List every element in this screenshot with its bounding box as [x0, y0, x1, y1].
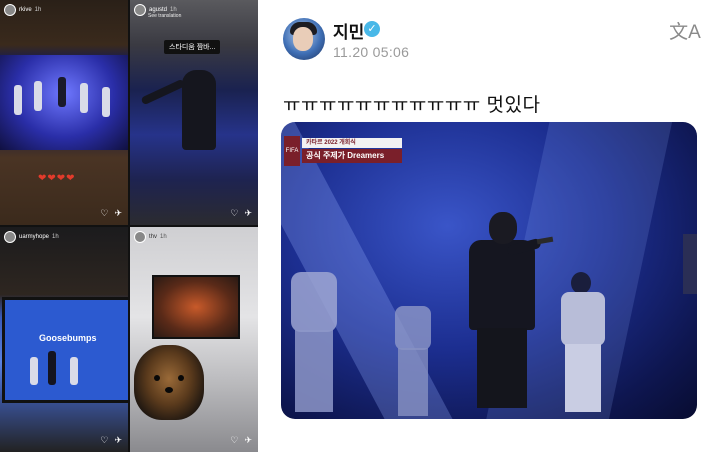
- broadcast-logo: FIFA: [284, 136, 300, 166]
- avatar: [4, 231, 16, 243]
- author-name[interactable]: 지민: [333, 18, 364, 43]
- author-avatar[interactable]: [283, 18, 325, 60]
- tv-screen: [2, 297, 128, 403]
- backup-dancer: [285, 262, 345, 412]
- story-time: 1h: [34, 7, 42, 13]
- story-time: 1h: [160, 234, 167, 240]
- avatar: [4, 4, 16, 16]
- send-icon[interactable]: ✈: [114, 435, 122, 446]
- fire-hearts-sticker: ❤❤❤❤: [38, 173, 76, 184]
- story-overlay-text: Goosebumps: [39, 333, 97, 343]
- broadcast-subtitle: 공식 주제가 Dreamers: [302, 149, 402, 163]
- story-uarmyhope[interactable]: Goosebumps uarmyhope 1h ♡ ✈: [0, 227, 128, 452]
- verified-badge-icon: ✓: [364, 21, 380, 37]
- weverse-post: 지민 ✓ 11.20 05:06 文A ㅠㅠㅠㅠㅠㅠㅠㅠㅠㅠㅠ 멋있다 FIFA…: [270, 0, 720, 452]
- story-rkive[interactable]: ❤❤❤❤ rkive 1h ♡ ✈: [0, 0, 128, 225]
- translate-icon[interactable]: 文A: [669, 20, 701, 46]
- backup-dancer: [393, 306, 433, 416]
- broadcast-title: 카타르 2022 개회식: [302, 138, 402, 148]
- stage-screen: [0, 55, 128, 150]
- send-icon[interactable]: ✈: [244, 435, 252, 446]
- heart-icon[interactable]: ♡: [230, 435, 238, 446]
- send-icon[interactable]: ✈: [244, 208, 252, 219]
- tv-screen: [152, 275, 240, 339]
- avatar: [134, 4, 146, 16]
- post-photo[interactable]: FIFA 카타르 2022 개회식 공식 주제가 Dreamers: [281, 122, 697, 419]
- post-text: ㅠㅠㅠㅠㅠㅠㅠㅠㅠㅠㅠ 멋있다: [283, 95, 541, 116]
- heart-icon[interactable]: ♡: [100, 208, 108, 219]
- story-username[interactable]: rkive: [19, 7, 32, 13]
- story-caption: 스타디움 짬바...: [164, 40, 221, 54]
- lead-singer: [457, 212, 554, 412]
- post-datetime: 11.20 05:06: [333, 44, 410, 60]
- backup-dancer: [559, 272, 605, 412]
- dog-photo: [134, 345, 204, 420]
- story-thv[interactable]: thv 1h ♡ ✈: [130, 227, 258, 452]
- performer-figure: [182, 70, 216, 150]
- story-agustd[interactable]: 스타디움 짬바... agustd 1h See translation ♡ ✈: [130, 0, 258, 225]
- broadcast-overlay: FIFA 카타르 2022 개회식 공식 주제가 Dreamers: [284, 136, 402, 166]
- heart-icon[interactable]: ♡: [100, 435, 108, 446]
- avatar: [134, 231, 146, 243]
- heart-icon[interactable]: ♡: [230, 208, 238, 219]
- story-username[interactable]: thv: [149, 234, 157, 240]
- story-username[interactable]: uarmyhope: [19, 234, 49, 240]
- story-collage: ❤❤❤❤ rkive 1h ♡ ✈ 스타디움 짬바... agustd 1h S…: [0, 0, 258, 452]
- send-icon[interactable]: ✈: [114, 208, 122, 219]
- story-time: 1h: [52, 234, 59, 240]
- see-translation-link[interactable]: See translation: [148, 13, 181, 19]
